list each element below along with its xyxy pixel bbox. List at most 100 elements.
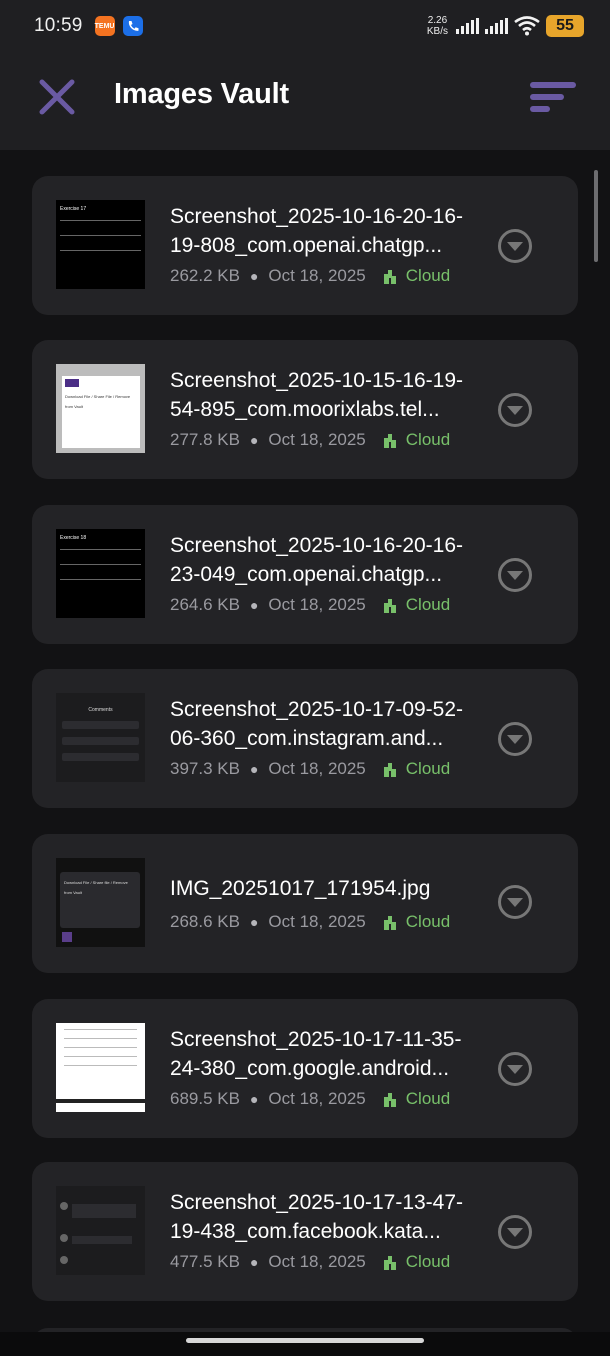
cloud-icon: [383, 763, 396, 777]
cloud-icon: [383, 1093, 396, 1107]
file-size: 277.8 KB: [170, 430, 240, 449]
file-size: 264.6 KB: [170, 595, 240, 614]
file-thumbnail: Comments: [56, 693, 145, 782]
signal-2-icon: [485, 18, 508, 34]
cloud-icon: [383, 1256, 396, 1270]
thumbnail-caption: Exercise 18: [60, 535, 87, 541]
file-name: Screenshot_2025-10-15-16-19-54-895_com.m…: [170, 369, 464, 421]
status-time: 10:59: [34, 15, 83, 36]
thumbnail-caption: Download File / Share File / Remove from…: [65, 394, 131, 409]
file-meta: 397.3 KB ● Oct 18, 2025 Cloud: [170, 759, 450, 779]
file-name: Screenshot_2025-10-17-11-35-24-380_com.g…: [170, 1028, 462, 1080]
separator-dot: ●: [249, 761, 259, 777]
file-card[interactable]: Exercise 18 Screenshot_2025-10-16-20-16-…: [32, 505, 578, 644]
file-card[interactable]: Download File / Share File / Remove from…: [32, 340, 578, 479]
cloud-label: Cloud: [405, 912, 451, 931]
status-right: 2.26 KB/s 55: [427, 15, 584, 37]
cloud-label: Cloud: [405, 1252, 451, 1271]
chevron-down-circle-icon[interactable]: [497, 557, 533, 593]
network-speed: 2.26 KB/s: [427, 15, 448, 37]
file-card[interactable]: Screenshot_2025-10-17-13-47-19-438_com.f…: [32, 1162, 578, 1301]
cloud-location: Cloud: [382, 595, 450, 615]
file-date: Oct 18, 2025: [268, 759, 366, 778]
file-meta: 689.5 KB ● Oct 18, 2025 Cloud: [170, 1089, 450, 1109]
phone-app-icon: [122, 16, 143, 36]
file-thumbnail: Exercise 17: [56, 200, 145, 289]
thumbnail-caption: Comments: [88, 707, 113, 713]
file-card[interactable]: Screenshot_2025-10-17-11-35-24-380_com.g…: [32, 999, 578, 1138]
wifi-icon: [514, 16, 540, 36]
cloud-location: Cloud: [382, 266, 450, 286]
cloud-location: Cloud: [382, 430, 450, 450]
file-meta: 277.8 KB ● Oct 18, 2025 Cloud: [170, 430, 450, 450]
file-date: Oct 18, 2025: [268, 1089, 366, 1108]
cloud-location: Cloud: [382, 912, 450, 932]
separator-dot: ●: [249, 1091, 259, 1107]
separator-dot: ●: [249, 432, 259, 448]
thumbnail-caption: Download File / Share file / Remove from…: [64, 880, 128, 895]
file-card[interactable]: Exercise 17 Screenshot_2025-10-16-20-16-…: [32, 176, 578, 315]
cloud-label: Cloud: [405, 430, 451, 449]
file-thumbnail: Download File / Share file / Remove from…: [56, 858, 145, 947]
signal-1-icon: [456, 18, 479, 34]
chevron-down-circle-icon[interactable]: [497, 884, 533, 920]
page-title: Images Vault: [114, 78, 289, 110]
cloud-location: Cloud: [382, 1089, 450, 1109]
file-size: 268.6 KB: [170, 912, 240, 931]
temu-app-icon: TEMU: [94, 16, 115, 36]
file-name: Screenshot_2025-10-17-09-52-06-360_com.i…: [170, 698, 464, 750]
navigation-bar: [0, 1332, 610, 1356]
cloud-label: Cloud: [405, 1089, 451, 1108]
file-card[interactable]: Download File / Share file / Remove from…: [32, 834, 578, 973]
close-icon[interactable]: [38, 78, 76, 116]
file-card[interactable]: Comments Screenshot_2025-10-17-09-52-06-…: [32, 669, 578, 808]
network-speed-unit: KB/s: [426, 26, 448, 37]
battery-indicator: 55: [546, 15, 584, 37]
file-list: Exercise 17 Screenshot_2025-10-16-20-16-…: [0, 150, 610, 1335]
cloud-location: Cloud: [382, 1252, 450, 1272]
separator-dot: ●: [249, 268, 259, 284]
chevron-down-circle-icon[interactable]: [497, 228, 533, 264]
sort-icon[interactable]: [530, 80, 576, 114]
file-thumbnail: Download File / Share File / Remove from…: [56, 364, 145, 453]
separator-dot: ●: [249, 914, 259, 930]
file-thumbnail: [56, 1023, 145, 1112]
chevron-down-circle-icon[interactable]: [497, 1051, 533, 1087]
scrollbar[interactable]: [594, 170, 598, 262]
file-date: Oct 18, 2025: [268, 595, 366, 614]
file-size: 689.5 KB: [170, 1089, 240, 1108]
file-meta: 264.6 KB ● Oct 18, 2025 Cloud: [170, 595, 450, 615]
file-size: 262.2 KB: [170, 266, 240, 285]
network-speed-value: 2.26: [427, 15, 448, 26]
thumbnail-caption: Exercise 17: [60, 206, 87, 212]
file-meta: 268.6 KB ● Oct 18, 2025 Cloud: [170, 912, 450, 932]
file-name: IMG_20251017_171954.jpg: [170, 877, 431, 900]
file-meta: 477.5 KB ● Oct 18, 2025 Cloud: [170, 1252, 450, 1272]
cloud-location: Cloud: [382, 759, 450, 779]
file-name: Screenshot_2025-10-16-20-16-19-808_com.o…: [170, 205, 464, 257]
separator-dot: ●: [249, 1254, 259, 1270]
cloud-icon: [383, 434, 396, 448]
file-date: Oct 18, 2025: [268, 1252, 366, 1271]
chevron-down-circle-icon[interactable]: [497, 1214, 533, 1250]
cloud-icon: [383, 599, 396, 613]
file-thumbnail: Exercise 18: [56, 529, 145, 618]
chevron-down-circle-icon[interactable]: [497, 721, 533, 757]
chevron-down-circle-icon[interactable]: [497, 392, 533, 428]
file-thumbnail: [56, 1186, 145, 1275]
cloud-label: Cloud: [405, 759, 451, 778]
file-size: 477.5 KB: [170, 1252, 240, 1271]
file-meta: 262.2 KB ● Oct 18, 2025 Cloud: [170, 266, 450, 286]
file-date: Oct 18, 2025: [268, 430, 366, 449]
separator-dot: ●: [249, 597, 259, 613]
home-handle[interactable]: [186, 1338, 424, 1343]
file-name: Screenshot_2025-10-17-13-47-19-438_com.f…: [170, 1191, 464, 1243]
cloud-label: Cloud: [405, 266, 451, 285]
status-bar: 10:59 TEMU 2.26 KB/s 55: [0, 0, 610, 52]
cloud-icon: [383, 270, 396, 284]
cloud-icon: [383, 916, 396, 930]
file-date: Oct 18, 2025: [268, 266, 366, 285]
cloud-label: Cloud: [405, 595, 451, 614]
file-size: 397.3 KB: [170, 759, 240, 778]
app-bar: Images Vault: [0, 52, 610, 150]
